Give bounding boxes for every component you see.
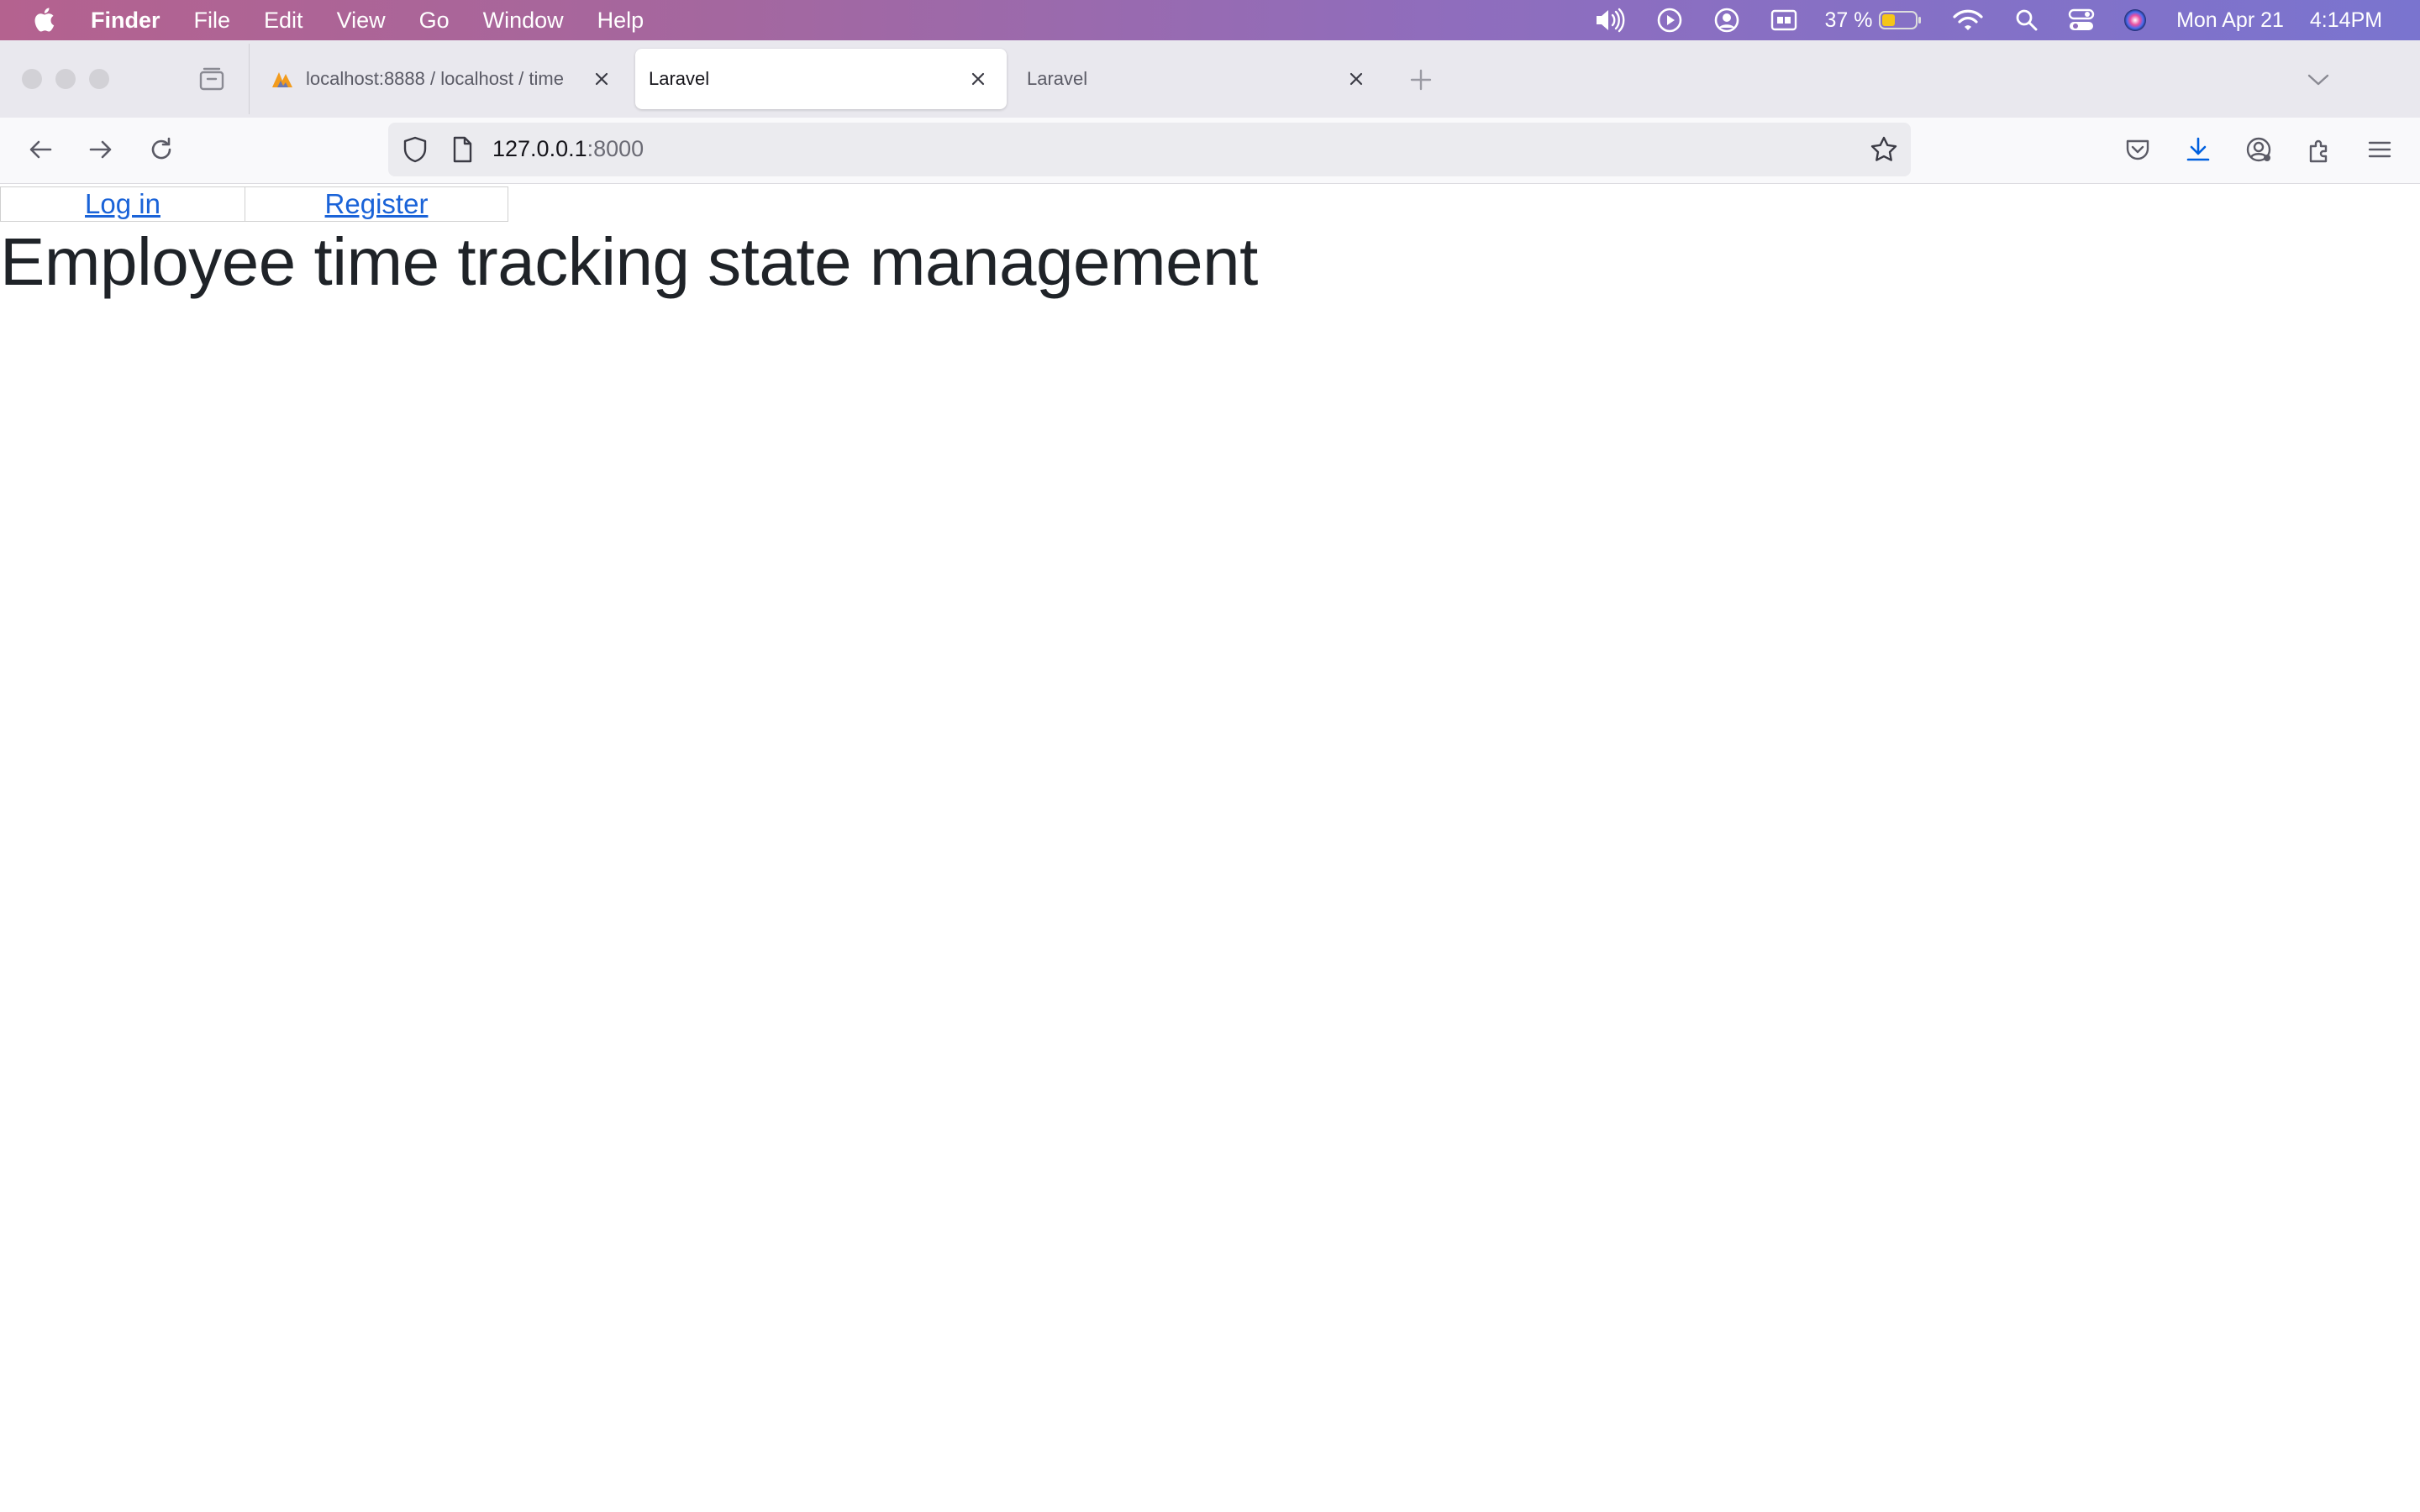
tab-title: localhost:8888 / localhost / time (306, 68, 564, 89)
apple-icon[interactable] (32, 5, 59, 34)
forward-arrow-icon[interactable] (86, 134, 116, 165)
battery-percent: 37 % (1824, 8, 1873, 32)
phpmyadmin-icon (272, 72, 292, 87)
menu-help[interactable]: Help (597, 8, 644, 34)
auth-nav: Log in Register (0, 186, 508, 222)
wifi-icon[interactable] (1951, 0, 1985, 40)
volume-icon[interactable] (1591, 0, 1628, 40)
tab-separator (249, 44, 250, 114)
pocket-icon[interactable] (2123, 134, 2153, 165)
url-host: 127.0.0.1 (492, 136, 587, 161)
hamburger-menu-icon[interactable] (2365, 134, 2395, 165)
menu-go[interactable]: Go (419, 8, 450, 34)
user-icon[interactable] (1711, 0, 1743, 40)
display-icon[interactable] (1768, 0, 1800, 40)
tab-laravel-active[interactable]: Laravel (635, 49, 1007, 109)
macos-menu-bar: Finder File Edit View Go Window Help 37 … (0, 0, 2420, 40)
tab-list-chevron-icon[interactable] (2304, 67, 2333, 92)
menu-window[interactable]: Window (483, 8, 564, 34)
page-info-icon[interactable] (447, 134, 477, 165)
tab-overview-icon[interactable] (197, 64, 227, 94)
tab-phpmyadmin[interactable]: localhost:8888 / localhost / time (257, 49, 627, 109)
downloads-icon[interactable] (2183, 134, 2213, 165)
account-icon[interactable] (2244, 134, 2274, 165)
bookmark-star-icon[interactable] (1869, 134, 1899, 165)
control-center-icon[interactable] (2067, 0, 2096, 40)
menubar-date[interactable]: Mon Apr 21 (2175, 0, 2286, 40)
shield-icon[interactable] (400, 134, 430, 165)
menu-finder[interactable]: Finder (91, 8, 160, 34)
window-minimize-button[interactable] (55, 69, 76, 89)
menu-view[interactable]: View (337, 8, 386, 34)
back-arrow-icon[interactable] (25, 134, 55, 165)
siri-icon[interactable] (2121, 0, 2149, 40)
login-link[interactable]: Log in (85, 188, 160, 220)
window-close-button[interactable] (22, 69, 42, 89)
reload-icon[interactable] (146, 134, 176, 165)
extensions-icon[interactable] (2304, 134, 2334, 165)
tab-close-icon[interactable] (590, 67, 613, 91)
new-tab-plus-icon[interactable] (1407, 66, 1435, 94)
window-zoom-button[interactable] (89, 69, 109, 89)
search-icon[interactable] (2013, 0, 2040, 40)
page-title: Employee time tracking state management (0, 224, 1258, 299)
play-icon[interactable] (1654, 0, 1686, 40)
tab-close-icon[interactable] (1344, 67, 1368, 91)
url-port: :8000 (587, 136, 644, 161)
tab-close-icon[interactable] (966, 67, 990, 91)
login-cell: Log in (0, 186, 245, 222)
register-cell: Register (245, 186, 508, 222)
url-text[interactable]: 127.0.0.1:8000 (492, 136, 644, 162)
register-link[interactable]: Register (325, 188, 429, 220)
tab-title: Laravel (649, 68, 710, 89)
tab-laravel[interactable]: Laravel (1013, 49, 1385, 109)
menubar-time[interactable]: 4:14PM (2297, 0, 2395, 40)
tab-title: Laravel (1027, 68, 1088, 89)
menu-file[interactable]: File (194, 8, 231, 34)
battery-icon[interactable] (1877, 0, 1924, 40)
menu-edit[interactable]: Edit (264, 8, 303, 34)
menu-list: Finder File Edit View Go Window Help (91, 0, 677, 40)
